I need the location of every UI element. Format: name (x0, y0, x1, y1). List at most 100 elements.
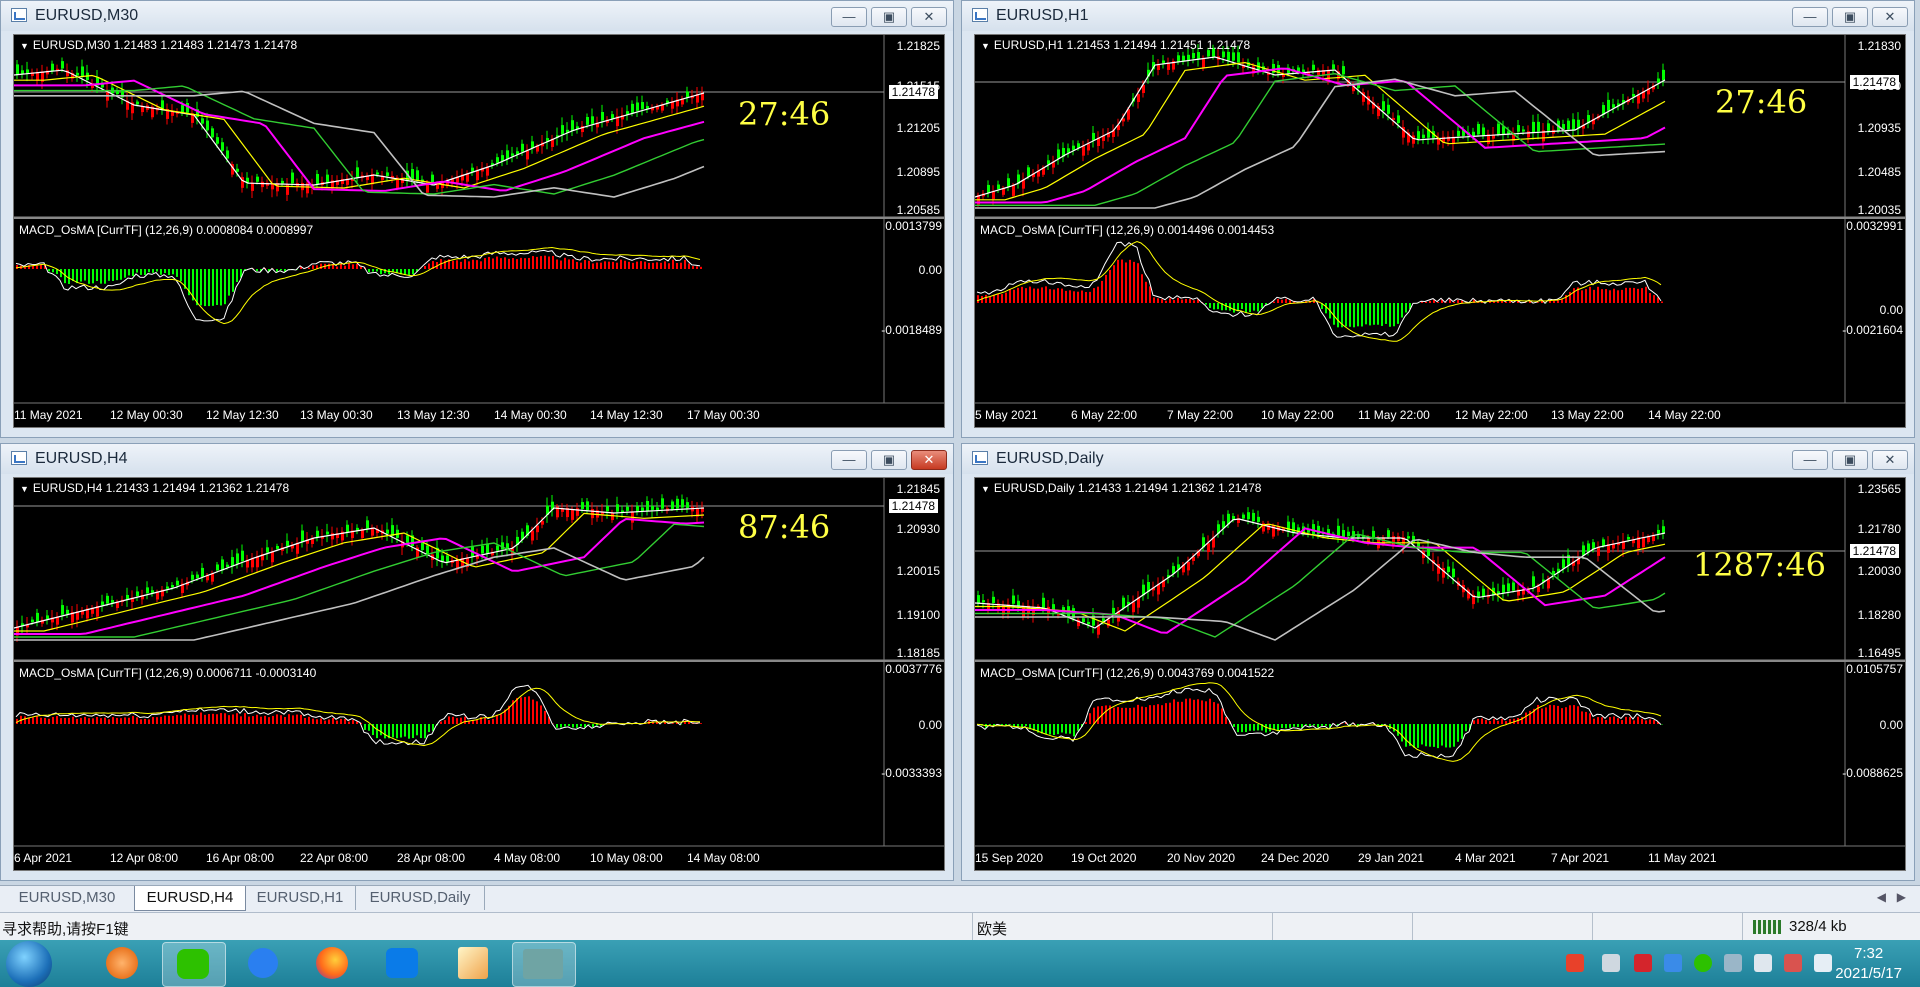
candle-body (671, 101, 674, 109)
chart-window-daily[interactable]: EURUSD,Daily — ▣ ✕ ▼ EURUSD,Daily 1.21433… (961, 443, 1915, 881)
window-titlebar[interactable]: EURUSD,H4 — ▣ ✕ (1, 444, 953, 474)
candle-body (1387, 104, 1390, 114)
candle-body (281, 180, 284, 184)
price-axis-label: 1.18185 (896, 646, 940, 660)
candle-body (1602, 539, 1605, 546)
chart-area[interactable]: ▼ EURUSD,H1 1.21453 1.21494 1.21451 1.214… (974, 34, 1906, 428)
taskbar-paint-icon[interactable] (442, 942, 504, 985)
start-button[interactable] (6, 941, 52, 987)
time-axis-label: 7 May 22:00 (1167, 408, 1234, 422)
chart-area[interactable]: ▼ EURUSD,M30 1.21483 1.21483 1.21473 1.21… (13, 34, 945, 428)
candle-timer: 27:46 (738, 95, 831, 133)
candle-body (1312, 64, 1315, 70)
candle-body (1302, 69, 1305, 73)
time-axis-label: 12 Apr 08:00 (110, 851, 179, 865)
candle-body (216, 564, 219, 571)
candle-body (1612, 104, 1615, 108)
close-button[interactable]: ✕ (1872, 7, 1908, 27)
collapse-triangle-icon[interactable]: ▼ (20, 484, 29, 494)
minimize-button[interactable]: — (831, 450, 867, 470)
tray-sogou-icon[interactable] (1566, 954, 1584, 972)
minimize-button[interactable]: — (1792, 7, 1828, 27)
tab-eurusd-m30[interactable]: EURUSD,M30 (0, 886, 135, 910)
indicator-axis-label: -0.0088625 (1842, 766, 1903, 780)
collapse-triangle-icon[interactable]: ▼ (20, 41, 29, 51)
candle-body (1122, 597, 1125, 609)
window-titlebar[interactable]: EURUSD,M30 — ▣ ✕ (1, 1, 953, 31)
tray-wps-icon[interactable] (1634, 954, 1652, 972)
indicator-axis-label: 0.0032991 (1846, 219, 1903, 233)
tray-shield-icon[interactable] (1664, 954, 1682, 972)
taskbar-firefox-icon[interactable] (302, 942, 364, 985)
taskbar-wechat-icon[interactable] (162, 942, 226, 987)
candle-body (506, 150, 509, 159)
candle-body (111, 599, 114, 603)
tab-eurusd-h1[interactable]: EURUSD,H1 (245, 886, 356, 910)
taskbar-app-orange-icon[interactable] (92, 942, 154, 985)
tray-flag-icon[interactable] (1784, 954, 1802, 972)
close-button[interactable]: ✕ (1872, 450, 1908, 470)
moving-average-line (975, 523, 1666, 632)
candle-body (1637, 95, 1640, 104)
chart-area[interactable]: ▼ EURUSD,H4 1.21433 1.21494 1.21362 1.214… (13, 477, 945, 871)
chart-area[interactable]: ▼ EURUSD,Daily 1.21433 1.21494 1.21362 1.… (974, 477, 1906, 871)
moving-average-line (975, 72, 1666, 206)
maximize-button[interactable]: ▣ (871, 7, 907, 27)
chart-window-h4[interactable]: EURUSD,H4 — ▣ ✕ ▼ EURUSD,H4 1.21433 1.214… (0, 443, 954, 881)
candle-body (366, 520, 369, 529)
candle-body (326, 174, 329, 183)
symbol-info: ▼ EURUSD,M30 1.21483 1.21483 1.21473 1.21… (20, 38, 298, 52)
candle-body (1477, 124, 1480, 135)
close-button[interactable]: ✕ (911, 7, 947, 27)
taskbar-note-icon[interactable] (232, 942, 294, 985)
window-titlebar[interactable]: EURUSD,H1 — ▣ ✕ (962, 1, 1914, 31)
candle-body (211, 128, 214, 138)
collapse-triangle-icon[interactable]: ▼ (981, 41, 990, 51)
profile-name: 欧美 (977, 921, 1008, 938)
tray-network-icon[interactable] (1724, 954, 1742, 972)
candle-body (36, 72, 39, 81)
status-bar: 寻求帮助,请按F1键 欧美 328/4 kb (0, 912, 1920, 941)
window-title: EURUSD,H1 (996, 7, 1089, 24)
candle-body (116, 602, 119, 609)
candle-body (1607, 99, 1610, 111)
candle-body (656, 507, 659, 511)
maximize-button[interactable]: ▣ (871, 450, 907, 470)
minimize-button[interactable]: — (831, 7, 867, 27)
maximize-button[interactable]: ▣ (1832, 7, 1868, 27)
candle-body (36, 612, 39, 623)
candle-body (1657, 78, 1660, 83)
tray-volume-icon[interactable] (1754, 954, 1772, 972)
candle-body (531, 530, 534, 541)
candle-body (31, 619, 34, 622)
candle-body (101, 601, 104, 605)
taskbar-clock[interactable]: 7:32 2021/5/17 (1835, 944, 1902, 984)
tab-eurusd-daily[interactable]: EURUSD,Daily (356, 886, 485, 910)
close-button[interactable]: ✕ (911, 450, 947, 470)
candle-body (1522, 129, 1525, 132)
chart-window-h1[interactable]: EURUSD,H1 — ▣ ✕ ▼ EURUSD,H1 1.21453 1.214… (961, 0, 1915, 438)
chart-window-m30[interactable]: EURUSD,M30 — ▣ ✕ ▼ EURUSD,M30 1.21483 1.2… (0, 0, 954, 438)
candle-body (251, 182, 254, 191)
tray-usb-icon[interactable] (1602, 954, 1620, 972)
tab-scroll-left-icon[interactable]: ◀ (1877, 890, 1886, 904)
tray-signal-icon[interactable] (1814, 954, 1832, 972)
candle-body (241, 550, 244, 562)
time-axis-label: 20 Nov 2020 (1167, 851, 1236, 865)
candle-body (436, 184, 439, 189)
candle-body (1227, 51, 1230, 61)
candle-body (76, 72, 79, 76)
time-axis-label: 12 May 00:30 (110, 408, 183, 422)
maximize-button[interactable]: ▣ (1832, 450, 1868, 470)
candle-body (216, 137, 219, 144)
minimize-button[interactable]: — (1792, 450, 1828, 470)
taskbar-mt4-icon[interactable] (512, 942, 576, 987)
tab-eurusd-h4[interactable]: EURUSD,H4 (134, 886, 246, 911)
candle-body (1342, 530, 1345, 538)
window-titlebar[interactable]: EURUSD,Daily — ▣ ✕ (962, 444, 1914, 474)
price-axis-label: 1.20035 (1857, 203, 1901, 217)
tray-wechat-icon[interactable] (1694, 954, 1712, 972)
taskbar-mountain-app-icon[interactable] (372, 942, 434, 985)
collapse-triangle-icon[interactable]: ▼ (981, 484, 990, 494)
tab-scroll-right-icon[interactable]: ▶ (1897, 890, 1906, 904)
